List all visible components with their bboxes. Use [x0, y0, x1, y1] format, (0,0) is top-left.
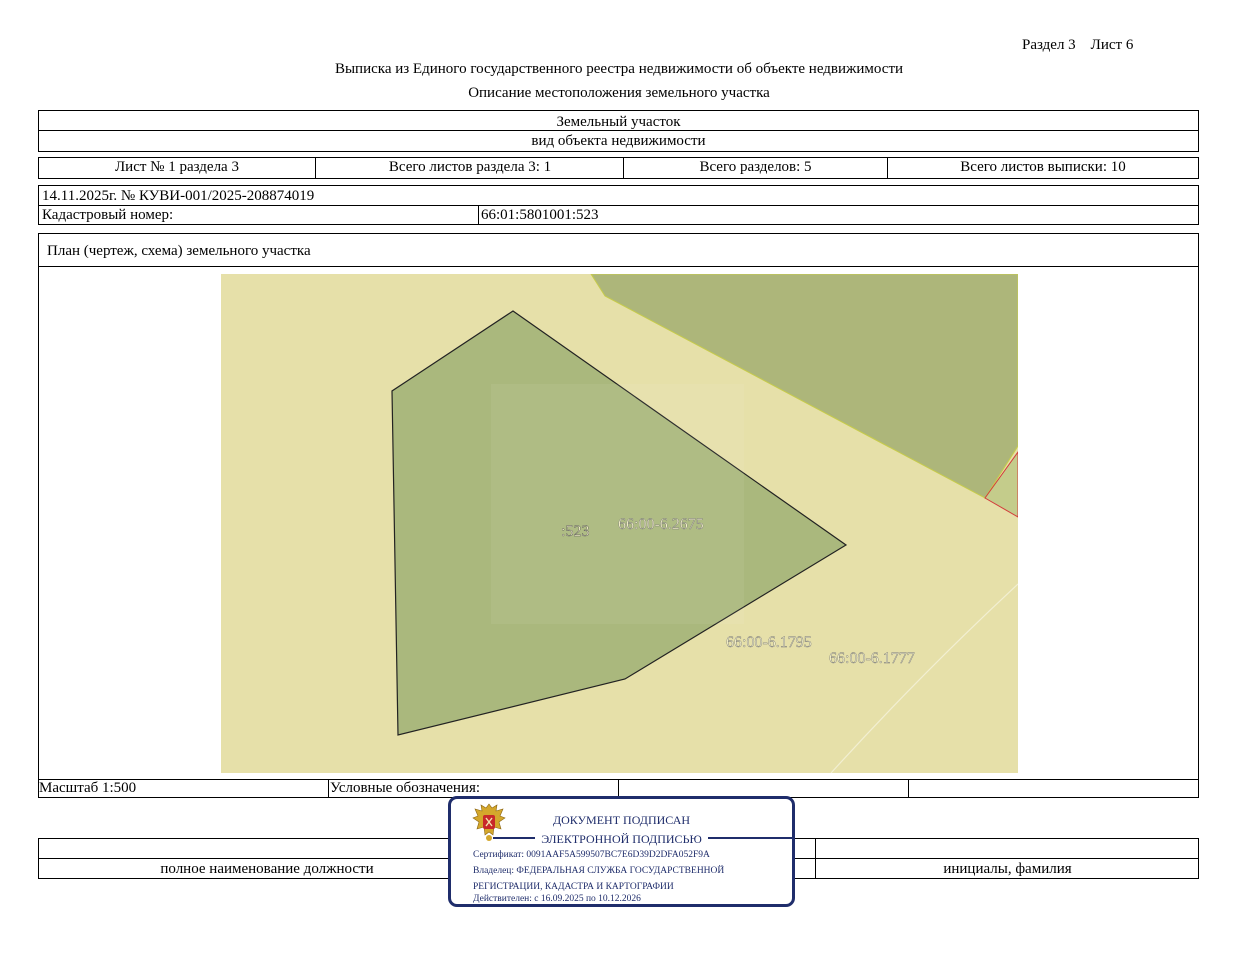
object-type: Земельный участок: [556, 114, 681, 130]
sheets-row: Лист № 1 раздела 3 Всего листов раздела …: [38, 157, 1199, 179]
object-type-caption: вид объекта недвижимости: [531, 133, 706, 149]
plan-title: План (чертеж, схема) земельного участка: [47, 243, 311, 259]
stamp-line2: ЭЛЕКТРОННОЙ ПОДПИСЬЮ: [535, 832, 708, 846]
zone1-label: 66:00-6.2675: [618, 516, 704, 533]
stamp-owner-line1: Владелец: ФЕДЕРАЛЬНАЯ СЛУЖБА ГОСУДАРСТВЕ…: [473, 866, 725, 876]
position-caption: полное наименование должности: [160, 861, 374, 877]
sheet-of-section: Лист № 1 раздела 3: [115, 159, 239, 175]
stamp-owner-line2: РЕГИСТРАЦИИ, КАДАСТРА И КАРТОГРАФИИ: [473, 882, 674, 892]
electronic-signature-stamp: ДОКУМЕНТ ПОДПИСАН ЭЛЕКТРОННОЙ ПОДПИСЬЮ С…: [448, 796, 795, 907]
legend-label: Условные обозначения:: [330, 780, 481, 796]
total-sheets-section: Всего листов раздела 3: 1: [388, 159, 552, 175]
zone3-label: 66:00-6.1777: [829, 650, 915, 667]
map-watermark: [491, 384, 744, 624]
scale-label: Масштаб 1:500: [39, 780, 137, 796]
record-date-number: 14.11.2025г. № КУВИ-001/2025-208874019: [42, 188, 315, 204]
section-sheet-label: Раздел 3 Лист 6: [1022, 37, 1134, 53]
stamp-certificate: Сертификат: 0091AAF5A599507BC7E6D39D2DFA…: [473, 850, 710, 860]
object-type-table: Земельный участок вид объекта недвижимос…: [38, 110, 1199, 152]
initials-caption: инициалы, фамилия: [943, 861, 1072, 877]
parcel-label: :523: [561, 523, 589, 540]
stamp-validity: Действителен: с 16.09.2025 по 10.12.2026: [473, 894, 641, 904]
plan-map: :523 66:00-6.2675 66:00-6.1795 66:00-6.1…: [221, 274, 1018, 773]
stamp-line1: ДОКУМЕНТ ПОДПИСАН: [552, 813, 691, 827]
document-subtitle: Описание местоположения земельного участ…: [468, 85, 770, 101]
cadastral-label: Кадастровый номер:: [42, 207, 174, 223]
total-sections: Всего разделов: 5: [699, 159, 812, 175]
document-title: Выписка из Единого государственного реес…: [334, 61, 904, 77]
record-table: 14.11.2025г. № КУВИ-001/2025-208874019 К…: [38, 185, 1199, 225]
zone2-label: 66:00-6.1795: [726, 634, 812, 651]
total-sheets-extract: Всего листов выписки: 10: [960, 159, 1126, 175]
cadastral-number: 66:01:5801001:523: [481, 207, 599, 223]
